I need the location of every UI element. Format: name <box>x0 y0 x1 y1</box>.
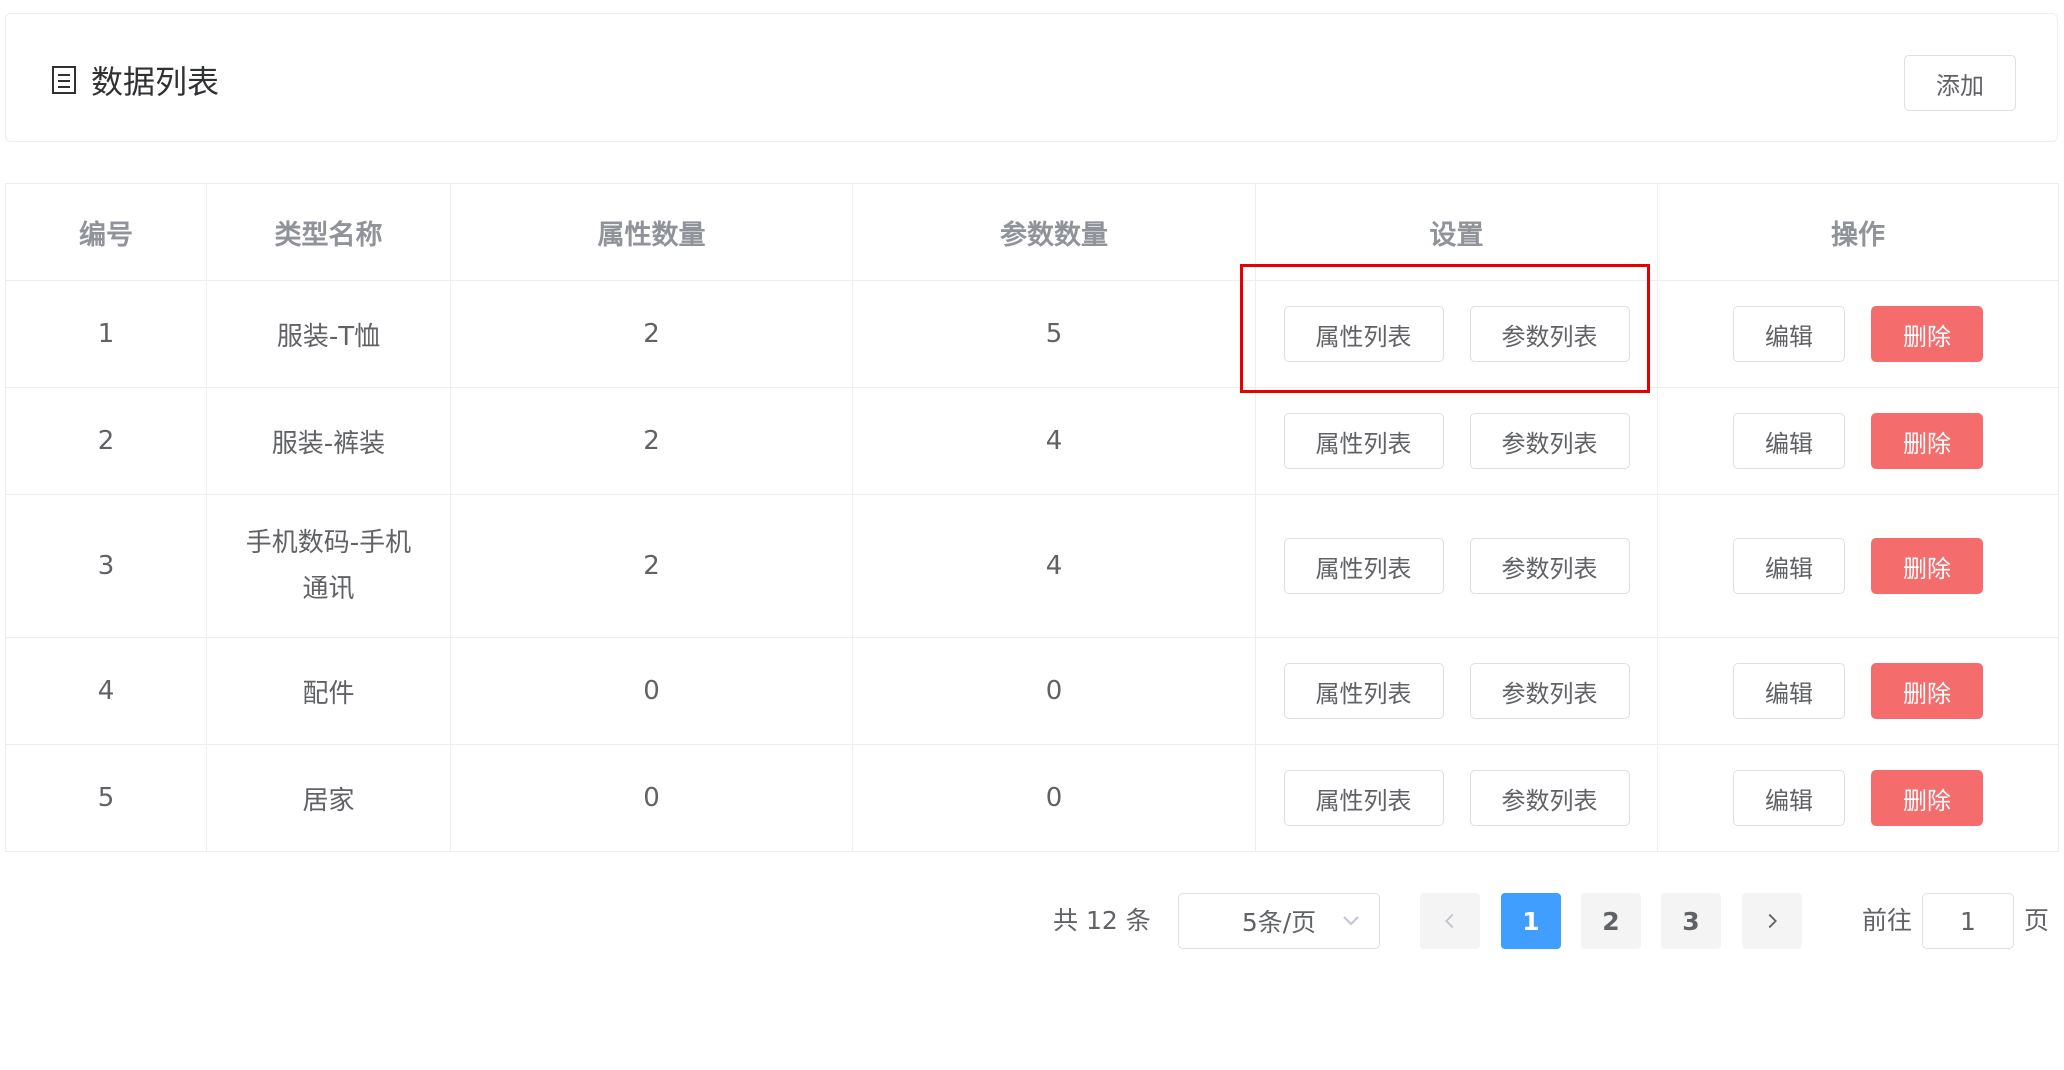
edit-button[interactable]: 编辑 <box>1733 413 1845 469</box>
cell-actions: 编辑 删除 <box>1657 280 2059 388</box>
cell-settings: 属性列表 参数列表 <box>1255 637 1658 745</box>
type-name-line1: 手机数码-手机 <box>245 528 412 558</box>
param-list-button[interactable]: 参数列表 <box>1469 663 1630 719</box>
edit-button[interactable]: 编辑 <box>1733 538 1845 594</box>
column-header-param-count: 参数数量 <box>852 183 1256 281</box>
attr-list-button[interactable]: 属性列表 <box>1283 770 1444 826</box>
goto-prefix-label: 前往 <box>1862 906 1913 935</box>
cell-param-count: 0 <box>852 744 1256 852</box>
attr-list-button[interactable]: 属性列表 <box>1283 663 1444 719</box>
page-size-select[interactable]: 5条/页 <box>1178 893 1380 949</box>
cell-attr-count: 2 <box>450 387 853 495</box>
table-row: 4 配件 0 0 属性列表 参数列表 编辑 删除 <box>5 637 2059 745</box>
delete-button[interactable]: 删除 <box>1871 538 1983 594</box>
next-page-button[interactable] <box>1742 893 1802 949</box>
param-list-button[interactable]: 参数列表 <box>1469 538 1630 594</box>
type-name-line2: 通讯 <box>302 574 355 604</box>
param-list-button[interactable]: 参数列表 <box>1469 306 1630 362</box>
delete-button[interactable]: 删除 <box>1871 306 1983 362</box>
add-button[interactable]: 添加 <box>1904 55 2016 111</box>
cell-type-name: 居家 <box>206 744 451 852</box>
cell-param-count: 0 <box>852 637 1256 745</box>
cell-attr-count: 2 <box>450 280 853 388</box>
data-table: 编号 类型名称 属性数量 参数数量 设置 操作 1 服装-T恤 2 5 属性列表… <box>5 183 2059 852</box>
chevron-right-icon <box>1768 913 1777 929</box>
column-header-type-name: 类型名称 <box>206 183 451 281</box>
cell-actions: 编辑 删除 <box>1657 494 2059 638</box>
param-list-button[interactable]: 参数列表 <box>1469 770 1630 826</box>
cell-settings: 属性列表 参数列表 <box>1255 744 1658 852</box>
delete-button[interactable]: 删除 <box>1871 770 1983 826</box>
page-size-value: 5条/页 <box>1241 908 1317 937</box>
cell-id: 5 <box>5 744 207 852</box>
page-button-3[interactable]: 3 <box>1661 893 1721 949</box>
column-header-id: 编号 <box>5 183 207 281</box>
table-row: 3 手机数码-手机 通讯 2 4 属性列表 参数列表 编辑 删除 <box>5 494 2059 638</box>
edit-button[interactable]: 编辑 <box>1733 306 1845 362</box>
cell-id: 2 <box>5 387 207 495</box>
edit-button[interactable]: 编辑 <box>1733 663 1845 719</box>
cell-type-name: 服装-裤装 <box>206 387 451 495</box>
attr-list-button[interactable]: 属性列表 <box>1283 413 1444 469</box>
column-header-attr-count: 属性数量 <box>450 183 853 281</box>
page-button-1[interactable]: 1 <box>1501 893 1561 949</box>
header-card: 数据列表 添加 <box>5 13 2058 142</box>
attr-list-button[interactable]: 属性列表 <box>1283 538 1444 594</box>
delete-button[interactable]: 删除 <box>1871 663 1983 719</box>
edit-button[interactable]: 编辑 <box>1733 770 1845 826</box>
list-icon <box>52 66 76 94</box>
delete-button[interactable]: 删除 <box>1871 413 1983 469</box>
cell-type-name: 手机数码-手机 通讯 <box>206 494 451 638</box>
cell-actions: 编辑 删除 <box>1657 744 2059 852</box>
table-header-row: 编号 类型名称 属性数量 参数数量 设置 操作 <box>5 183 2059 281</box>
cell-settings: 属性列表 参数列表 <box>1255 494 1658 638</box>
cell-param-count: 4 <box>852 387 1256 495</box>
cell-actions: 编辑 删除 <box>1657 387 2059 495</box>
cell-actions: 编辑 删除 <box>1657 637 2059 745</box>
goto-page-input[interactable]: 1 <box>1922 893 2014 949</box>
cell-settings: 属性列表 参数列表 <box>1255 387 1658 495</box>
cell-id: 4 <box>5 637 207 745</box>
pagination-total: 共 12 条 <box>1053 906 1151 935</box>
cell-param-count: 5 <box>852 280 1256 388</box>
goto-suffix-label: 页 <box>2024 906 2050 935</box>
attr-list-button[interactable]: 属性列表 <box>1283 306 1444 362</box>
cell-id: 3 <box>5 494 207 638</box>
chevron-left-icon <box>1445 913 1454 929</box>
page-button-2[interactable]: 2 <box>1581 893 1641 949</box>
page-title: 数据列表 <box>51 60 220 101</box>
cell-param-count: 4 <box>852 494 1256 638</box>
column-header-settings: 设置 <box>1255 183 1658 281</box>
table-row: 5 居家 0 0 属性列表 参数列表 编辑 删除 <box>5 744 2059 852</box>
chevron-down-icon <box>1343 916 1359 926</box>
prev-page-button[interactable] <box>1420 893 1480 949</box>
column-header-actions: 操作 <box>1657 183 2059 281</box>
page: 数据列表 添加 编号 类型名称 属性数量 参数数量 设置 操作 1 服装-T恤 … <box>0 0 2064 1070</box>
cell-type-name: 服装-T恤 <box>206 280 451 388</box>
table-row: 2 服装-裤装 2 4 属性列表 参数列表 编辑 删除 <box>5 387 2059 495</box>
cell-attr-count: 0 <box>450 637 853 745</box>
cell-id: 1 <box>5 280 207 388</box>
cell-settings: 属性列表 参数列表 <box>1255 280 1658 388</box>
param-list-button[interactable]: 参数列表 <box>1469 413 1630 469</box>
table-row: 1 服装-T恤 2 5 属性列表 参数列表 编辑 删除 <box>5 280 2059 388</box>
page-title-text: 数据列表 <box>91 63 220 101</box>
cell-attr-count: 2 <box>450 494 853 638</box>
cell-attr-count: 0 <box>450 744 853 852</box>
cell-type-name: 配件 <box>206 637 451 745</box>
